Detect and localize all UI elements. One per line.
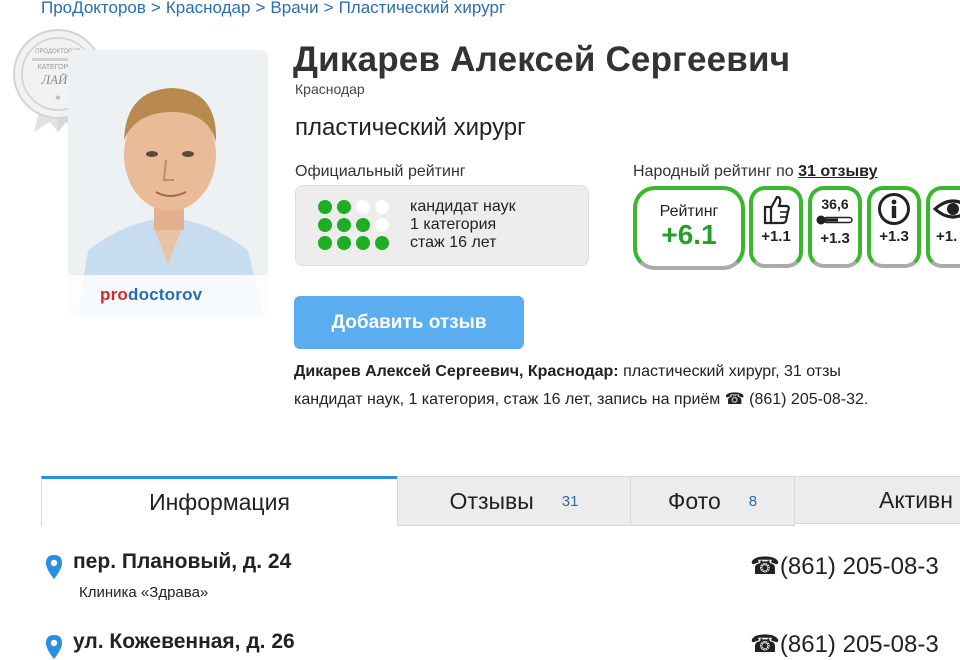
photos-count: 8 — [748, 492, 758, 510]
add-review-button[interactable]: Добавить отзыв — [294, 296, 524, 349]
category-text: 1 категория — [410, 216, 497, 233]
popular-rating-title: Народный рейтинг по 31 отзыву — [633, 163, 878, 180]
rating-dot-filled — [375, 236, 389, 250]
metric-value: +1.3 — [820, 230, 850, 247]
rating-metric-thumbs[interactable]: +1.1 — [749, 186, 803, 268]
eye-icon — [930, 190, 960, 228]
map-pin-icon — [46, 555, 62, 579]
doctor-photo: prodoctorov — [68, 50, 268, 315]
profile-tabs: Информация Отзывы 31 Фото 8 Активн — [41, 476, 960, 526]
rating-dot-empty — [375, 200, 389, 214]
rating-dot-filled — [318, 218, 332, 232]
summary-text-line2: кандидат наук, 1 категория, стаж 16 лет,… — [294, 391, 725, 408]
rating-dot-row — [318, 200, 398, 214]
doctor-portrait — [68, 50, 268, 315]
metric-value: +1.3 — [879, 228, 909, 245]
breadcrumb-item-krasnodar[interactable]: Краснодар — [166, 0, 251, 17]
breadcrumb-separator: > — [323, 0, 334, 17]
rating-metric-eye[interactable]: +1. — [926, 186, 960, 268]
rating-dot-filled — [318, 200, 332, 214]
breadcrumb-item-prodoctorov[interactable]: ПроДокторов — [41, 0, 146, 17]
metric-value: +1.1 — [761, 228, 791, 245]
rating-dot-row — [318, 236, 398, 250]
official-rating-title: Официальный рейтинг — [295, 163, 466, 180]
clinic-phone[interactable]: ☎(861) 205-08-3 — [750, 552, 939, 581]
experience-text: стаж 16 лет — [410, 234, 497, 251]
address-street[interactable]: пер. Плановый, д. 24 — [73, 550, 291, 574]
rating-dot-row — [318, 218, 398, 232]
rating-dot-filled — [356, 218, 370, 232]
degree-text: кандидат наук — [410, 198, 516, 215]
metric-temp-label: 36,6 — [821, 196, 849, 212]
rating-metric-temperature[interactable]: 36,6 +1.3 — [808, 186, 862, 268]
rating-metric-info[interactable]: +1.3 — [867, 186, 921, 268]
official-rating-details: кандидат наук 1 категория стаж 16 лет — [410, 198, 516, 252]
breadcrumb: ПроДокторов > Краснодар > Врачи > Пластический… — [41, 0, 505, 18]
doctor-specialty: пластический хирург — [295, 114, 526, 141]
thumbs-up-icon — [753, 190, 799, 228]
map-pin-icon — [46, 635, 62, 659]
summary-name: Дикарев Алексей Сергеевич, Краснодар: — [294, 363, 619, 380]
reviews-count: 31 — [561, 492, 579, 510]
rating-value: +6.1 — [661, 219, 717, 250]
doctor-summary: Дикарев Алексей Сергеевич, Краснодар: пл… — [294, 358, 960, 414]
phone-icon: ☎ — [724, 391, 745, 408]
metric-value: +1. — [936, 228, 958, 245]
tab-reviews[interactable]: Отзывы 31 — [397, 476, 631, 526]
rating-dots — [318, 200, 398, 254]
tab-activity[interactable]: Активн — [794, 476, 960, 524]
overall-rating-badge[interactable]: Рейтинг +6.1 — [633, 186, 745, 270]
breadcrumb-item-plastic-surgeon[interactable]: Пластический хирург — [339, 0, 506, 17]
rating-dot-empty — [375, 218, 389, 232]
tab-information[interactable]: Информация — [41, 476, 398, 526]
summary-phone: (861) 205-08-32. — [744, 391, 869, 408]
rating-dot-filled — [356, 236, 370, 250]
doctor-name: Дикарев Алексей Сергеевич — [293, 40, 791, 79]
official-rating-box: кандидат наук 1 категория стаж 16 лет — [295, 185, 589, 266]
rating-dot-filled — [337, 236, 351, 250]
thermometer-icon — [812, 214, 858, 226]
rating-dot-filled — [337, 200, 351, 214]
rating-dot-filled — [318, 236, 332, 250]
breadcrumb-separator: > — [255, 0, 266, 17]
rating-dot-filled — [337, 218, 351, 232]
breadcrumb-separator: > — [150, 0, 161, 17]
reviews-count-link[interactable]: 31 отзыву — [798, 163, 877, 180]
svg-text:★: ★ — [54, 93, 61, 102]
doctor-city: Краснодар — [295, 81, 365, 97]
address-street[interactable]: ул. Кожевенная, д. 26 — [73, 630, 295, 654]
prodoctorov-logo: prodoctorov — [100, 285, 203, 304]
clinic-phone-2[interactable]: ☎(861) 205-08-3 — [750, 630, 939, 659]
breadcrumb-item-doctors[interactable]: Врачи — [270, 0, 318, 17]
tab-photos[interactable]: Фото 8 — [630, 476, 795, 526]
clinic-name[interactable]: Клиника «Здрава» — [79, 584, 208, 601]
summary-text: пластический хирург, 31 отзы — [618, 363, 841, 380]
rating-dot-empty — [356, 200, 370, 214]
info-icon — [871, 190, 917, 228]
